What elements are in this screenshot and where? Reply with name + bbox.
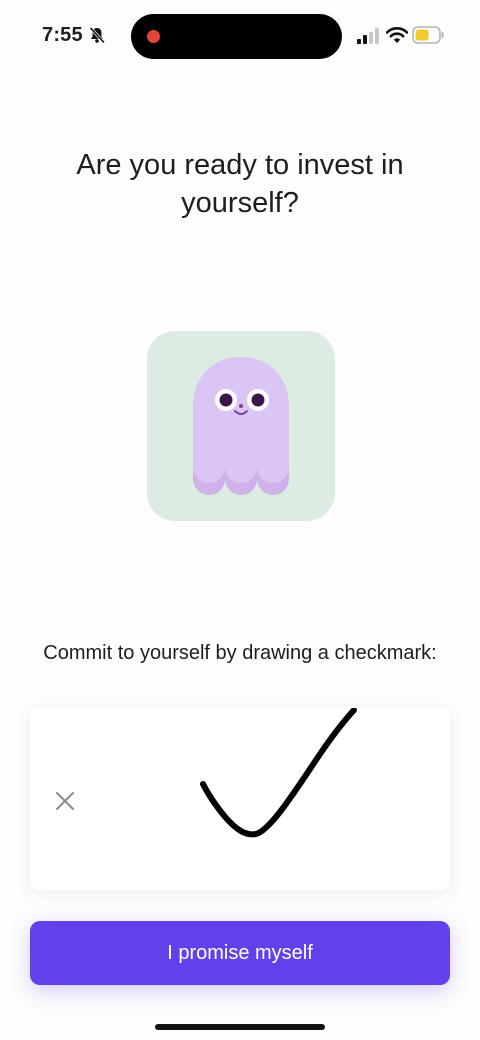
wifi-icon — [386, 27, 408, 43]
battery-icon — [412, 26, 444, 44]
cellular-signal-icon — [357, 28, 379, 44]
ghost-mascot-icon — [193, 357, 289, 495]
mascot-card — [147, 331, 335, 521]
status-bar: 7:55 — [0, 0, 480, 72]
status-time: 7:55 — [42, 24, 83, 46]
drawn-checkmark — [200, 708, 357, 838]
dynamic-island — [131, 14, 342, 59]
bell-slash-icon — [89, 26, 106, 44]
promise-button[interactable]: I promise myself — [30, 921, 450, 985]
commit-instruction: Commit to yourself by drawing a checkmar… — [43, 642, 437, 664]
home-indicator[interactable] — [155, 1024, 325, 1030]
recording-dot-icon — [147, 30, 160, 43]
page-title: Are you ready to invest in yourself? — [76, 149, 404, 219]
signature-pad[interactable] — [30, 708, 450, 890]
